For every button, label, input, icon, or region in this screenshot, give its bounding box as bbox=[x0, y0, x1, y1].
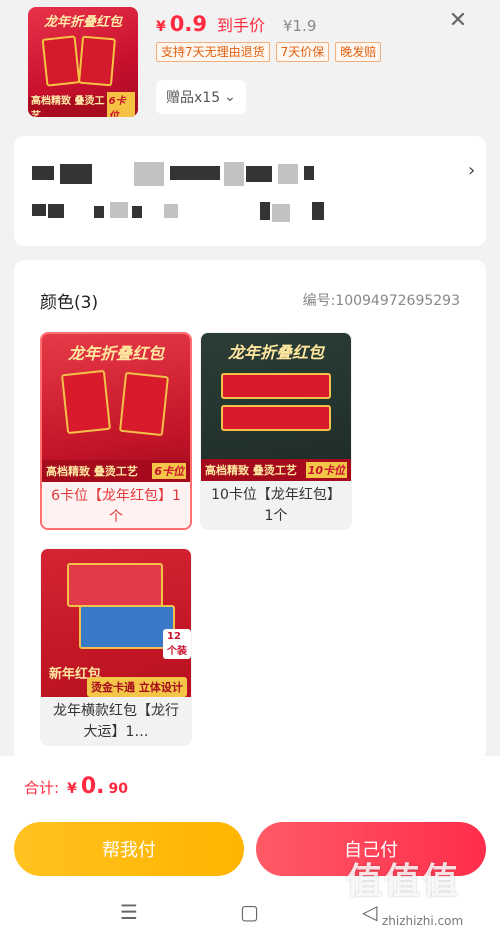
envelope-graphic bbox=[60, 369, 112, 435]
home-icon[interactable]: ▢ bbox=[240, 900, 259, 924]
option-image: 龙年折叠红包 高档精致 叠烫工艺 10卡位 bbox=[201, 333, 351, 481]
original-price: ¥1.9 bbox=[282, 17, 317, 35]
price-row: ¥ 0.9 到手价 ¥1.9 bbox=[156, 12, 316, 36]
watermark-url: zhizhizhi.com bbox=[382, 914, 464, 928]
envelope-graphic bbox=[41, 35, 81, 87]
image-banner-text: 高档精致 叠烫工艺 bbox=[205, 464, 297, 477]
redacted-text bbox=[110, 202, 128, 218]
redacted-text bbox=[164, 204, 178, 218]
envelope-graphic bbox=[79, 605, 175, 649]
envelope-graphic bbox=[221, 373, 331, 399]
spec-title: 颜色(3) bbox=[40, 293, 99, 313]
redacted-text bbox=[170, 166, 220, 180]
envelope-graphic bbox=[67, 563, 163, 607]
chevron-right-icon: › bbox=[468, 160, 476, 181]
total-integer: 0. bbox=[80, 774, 105, 799]
image-banner: 高档精致 叠烫工艺 6卡位 bbox=[42, 460, 190, 482]
envelope-graphic bbox=[118, 371, 170, 437]
option-image: 新年红包 12个装 烫金卡通 立体设计 bbox=[41, 549, 191, 697]
price-currency: ¥ bbox=[156, 19, 166, 35]
redacted-text bbox=[246, 166, 272, 182]
image-title: 龙年折叠红包 bbox=[67, 344, 164, 363]
redacted-text bbox=[312, 202, 324, 220]
redacted-text bbox=[134, 162, 164, 186]
image-pack-badge: 12个装 bbox=[163, 629, 191, 659]
spec-option-horizontal[interactable]: 新年红包 12个装 烫金卡通 立体设计 龙年横款红包【龙行大运】1… bbox=[40, 548, 192, 746]
redacted-text bbox=[48, 204, 64, 218]
redacted-text bbox=[32, 166, 54, 180]
chevron-down-icon: ⌄ bbox=[224, 89, 236, 105]
option-label: 10卡位【龙年红包】1个 bbox=[211, 487, 341, 524]
redacted-text bbox=[304, 166, 314, 180]
option-image: 龙年折叠红包 高档精致 叠烫工艺 6卡位 bbox=[42, 334, 190, 482]
final-price: 0.9 bbox=[169, 12, 207, 36]
redacted-text bbox=[132, 206, 142, 218]
gift-label: 赠品x15 bbox=[166, 90, 221, 106]
final-price-label: 到手价 bbox=[216, 16, 265, 35]
envelope-graphic bbox=[221, 405, 331, 431]
help-pay-button[interactable]: 帮我付 bbox=[14, 822, 244, 876]
thumbnail-title: 龙年折叠红包 bbox=[43, 15, 122, 30]
image-slot-badge: 10卡位 bbox=[305, 462, 347, 478]
redacted-text bbox=[60, 164, 92, 184]
image-feature-badge: 烫金卡通 立体设计 bbox=[87, 677, 187, 697]
spec-option-6-slot[interactable]: 龙年折叠红包 高档精致 叠烫工艺 6卡位 6卡位【龙年红包】1个 bbox=[40, 332, 192, 530]
option-label: 龙年横款红包【龙行大运】1… bbox=[53, 703, 179, 740]
option-label: 6卡位【龙年红包】1个 bbox=[51, 488, 181, 525]
order-total: 合计: ¥ 0. 90 bbox=[24, 774, 128, 799]
total-currency: ¥ bbox=[67, 781, 77, 797]
envelope-graphic bbox=[77, 35, 117, 87]
total-bar: 合计: ¥ 0. 90 bbox=[0, 756, 500, 814]
service-tag: 7天价保 bbox=[275, 42, 330, 62]
redacted-text bbox=[94, 206, 104, 218]
watermark-logo: 值值值 bbox=[346, 861, 461, 902]
product-code: 编号:10094972695293 bbox=[302, 293, 460, 309]
spec-option-10-slot[interactable]: 龙年折叠红包 高档精致 叠烫工艺 10卡位 10卡位【龙年红包】1个 bbox=[200, 332, 352, 530]
image-banner: 高档精致 叠烫工艺 10卡位 bbox=[201, 459, 351, 481]
redacted-text bbox=[260, 202, 270, 220]
image-title: 龙年折叠红包 bbox=[227, 343, 324, 362]
total-decimal: 90 bbox=[108, 781, 128, 797]
redacted-text bbox=[278, 164, 298, 184]
product-summary: 龙年折叠红包 高档精致 叠烫工艺 6卡位 ¥ 0.9 到手价 ¥1.9 ✕ 支持… bbox=[0, 0, 500, 128]
product-thumbnail: 龙年折叠红包 高档精致 叠烫工艺 6卡位 bbox=[28, 7, 138, 117]
total-label: 合计: bbox=[24, 779, 60, 797]
thumbnail-slot-badge: 6卡位 bbox=[106, 92, 135, 117]
thumbnail-banner: 高档精致 叠烫工艺 6卡位 bbox=[28, 92, 138, 117]
thumbnail-banner-text: 高档精致 叠烫工艺 bbox=[31, 96, 105, 117]
gift-dropdown[interactable]: 赠品x15 ⌄ bbox=[156, 80, 246, 114]
service-tag: 晚发赔 bbox=[335, 42, 382, 62]
close-icon[interactable]: ✕ bbox=[446, 10, 470, 34]
image-banner-text: 高档精致 叠烫工艺 bbox=[46, 465, 138, 478]
redacted-text bbox=[32, 204, 46, 216]
spec-panel: 颜色(3) 编号:10094972695293 龙年折叠红包 高档精致 叠烫工艺… bbox=[14, 260, 486, 760]
menu-icon[interactable]: ☰ bbox=[120, 900, 138, 924]
image-slot-badge: 6卡位 bbox=[152, 463, 186, 479]
service-tags: 支持7天无理由退货 7天价保 晚发赔 bbox=[156, 42, 382, 62]
redacted-text bbox=[224, 162, 244, 186]
address-card[interactable]: › bbox=[14, 136, 486, 246]
service-tag: 支持7天无理由退货 bbox=[156, 42, 270, 62]
redacted-text bbox=[272, 204, 290, 222]
